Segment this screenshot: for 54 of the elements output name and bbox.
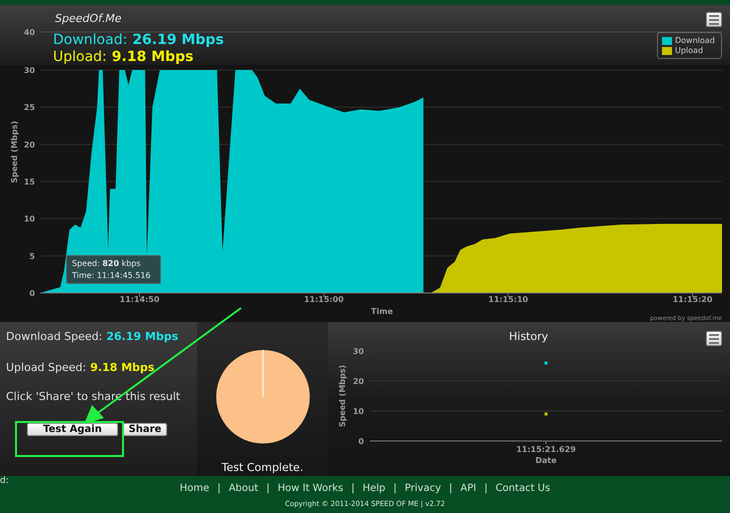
upload-speed-label: Upload Speed:: [6, 361, 86, 375]
axis-label: 0: [29, 289, 35, 298]
footer-link[interactable]: How It Works: [278, 483, 344, 495]
annotation-label: 11:15:21.629: [516, 445, 576, 454]
separator-text: |: [266, 483, 270, 495]
axis-label: 20: [352, 377, 364, 386]
axis-title: Time: [371, 307, 393, 316]
legend-label: Download: [675, 36, 715, 45]
status-text: Test Complete.: [222, 460, 304, 476]
download-speed-label: Download Speed:: [6, 330, 102, 344]
axis-label: 30: [24, 66, 35, 75]
share-button[interactable]: Share: [123, 423, 167, 436]
axis-label: 5: [29, 252, 35, 261]
separator-text: |: [484, 483, 488, 495]
download-speed-value: 26.19 Mbps: [106, 330, 178, 344]
test-again-button[interactable]: Test Again: [27, 423, 118, 436]
separator-text: |: [217, 483, 221, 495]
menu-icon[interactable]: [706, 331, 722, 346]
footer-link[interactable]: Help: [362, 483, 386, 495]
app-title: SpeedOf.Me: [55, 11, 122, 27]
axis-label: 15: [24, 178, 35, 186]
footer-link[interactable]: Contact Us: [496, 483, 550, 495]
axis-label: 11:15:00: [304, 295, 344, 304]
axis-label: 11:15:10: [488, 295, 528, 304]
menu-icon[interactable]: [706, 12, 722, 27]
axis-label: 20: [24, 140, 35, 150]
axis-label: 10: [352, 407, 364, 416]
axis-label: 10: [24, 214, 35, 224]
upload-speed-value: 9.18 Mbps: [90, 361, 154, 375]
axis-title: Date: [535, 456, 557, 465]
axis-label: 11:14:50: [120, 295, 160, 304]
footer-link[interactable]: API: [460, 483, 476, 495]
separator-text: |: [351, 483, 355, 495]
axis-label: 0: [358, 437, 364, 446]
separator-text: |: [449, 483, 452, 495]
axis-title: Speed (Mbps): [10, 120, 19, 184]
separator-text: |: [393, 483, 397, 495]
axis-label: 25: [24, 103, 35, 112]
axis-label: 11:15:20: [672, 295, 712, 304]
upload-label: Upload:: [53, 49, 107, 65]
legend-label: Upload: [675, 46, 704, 55]
footer-link[interactable]: Privacy: [404, 483, 441, 495]
upload-value: 9.18 Mbps: [112, 49, 194, 65]
cut-off-text: d:: [0, 475, 9, 488]
axis-title: Speed (Mbps): [338, 364, 347, 428]
download-value: 26.19 Mbps: [132, 32, 224, 48]
tooltip-speed: Speed: 820 kbps: [72, 258, 142, 270]
data-point: [544, 362, 548, 364]
tooltip-time: Time: 11:14:45.516: [72, 270, 152, 282]
data-point: [544, 412, 548, 416]
axis-label: 30: [352, 347, 364, 356]
footer-link[interactable]: Home: [180, 483, 210, 495]
footer-link[interactable]: About: [228, 483, 258, 495]
history-title: History: [509, 329, 548, 345]
